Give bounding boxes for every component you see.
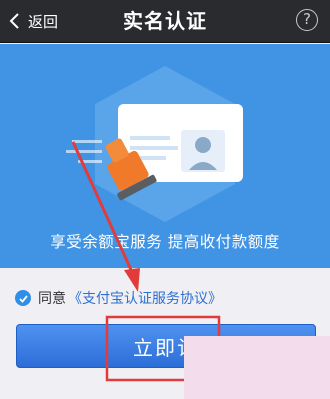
banner: 享受余额宝服务 提高收付款额度 (0, 44, 330, 268)
help-icon[interactable]: ? (296, 9, 318, 31)
avatar-head (195, 137, 211, 153)
agreement-prefix: 同意 (38, 291, 66, 307)
banner-text: 享受余额宝服务 提高收付款额度 (50, 233, 280, 251)
app-header: 返回 实名认证 ? (0, 0, 330, 43)
agreement-checkbox[interactable] (15, 290, 31, 306)
page-title: 实名认证 (123, 9, 207, 33)
agreement-link[interactable]: 《支付宝认证服务协议》 (68, 288, 222, 308)
check-icon (18, 294, 28, 303)
pink-mask (184, 336, 330, 399)
agreement-row[interactable]: 同意 《支付宝认证服务协议》 (15, 288, 222, 308)
